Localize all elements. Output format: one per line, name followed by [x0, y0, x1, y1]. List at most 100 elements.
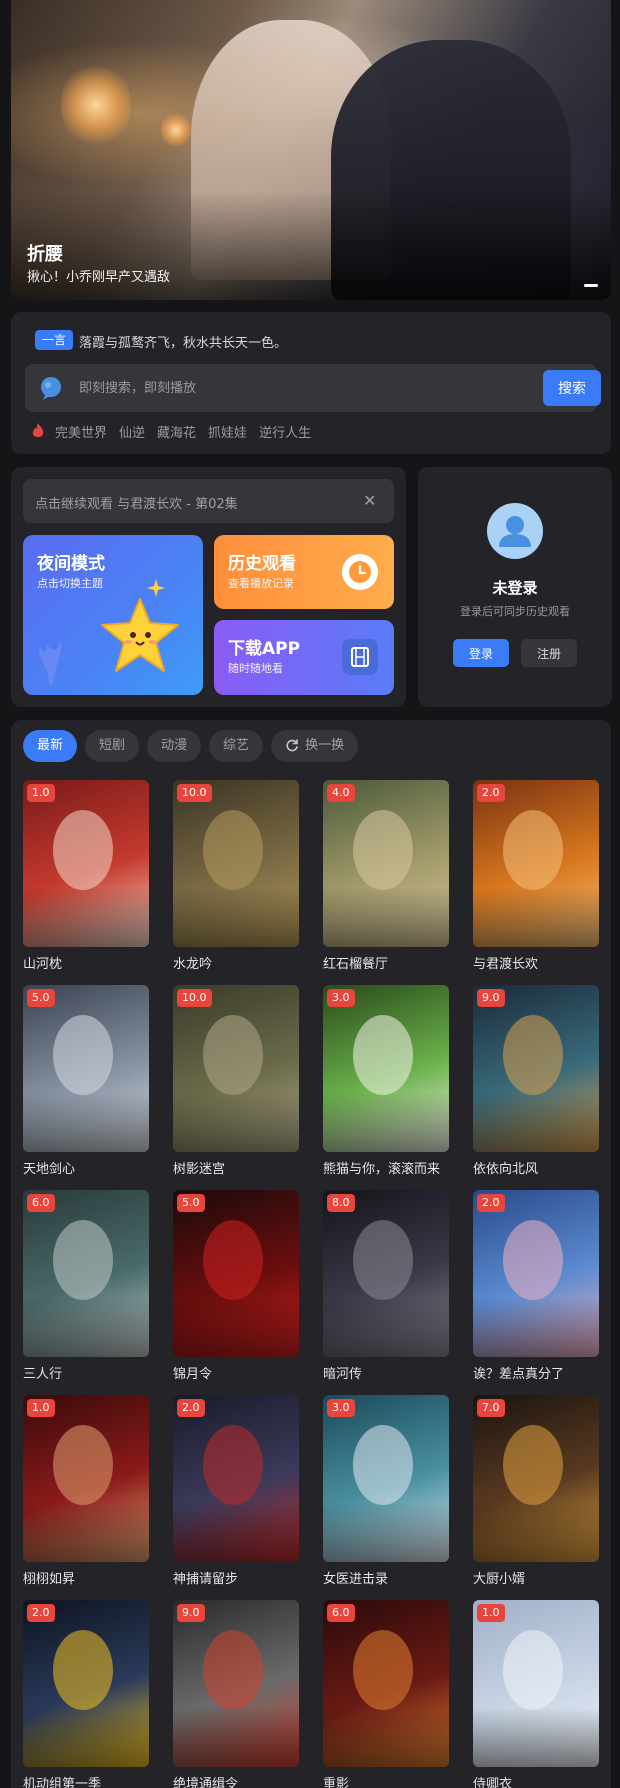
coral-icon — [38, 639, 62, 685]
tab-short-drama[interactable]: 短剧 — [85, 730, 140, 762]
hot-keyword[interactable]: 抓娃娃 — [208, 422, 247, 441]
score-badge: 10.0 — [177, 989, 212, 1007]
video-poster[interactable]: 2.0 — [173, 1395, 299, 1562]
video-title[interactable]: 熊猫与你，滚滚而来 — [323, 1158, 449, 1177]
night-mode-subtitle: 点击切换主题 — [37, 577, 103, 590]
video-card[interactable]: 8.0 暗河传 — [323, 1190, 449, 1382]
poster-figure — [503, 1630, 563, 1710]
clock-icon — [342, 554, 378, 590]
search-input[interactable] — [79, 376, 479, 400]
video-title[interactable]: 神捕请留步 — [173, 1568, 299, 1587]
video-poster[interactable]: 5.0 — [23, 985, 149, 1152]
video-poster[interactable]: 2.0 — [473, 780, 599, 947]
refresh-label: 换一换 — [305, 738, 345, 753]
video-title[interactable]: 绝境通缉令 — [173, 1773, 299, 1788]
video-poster[interactable]: 2.0 — [473, 1190, 599, 1357]
quick-actions-panel: 点击继续观看 与君渡长欢 - 第02集 ✕ 夜间模式 点击切换主题 历史观看 查… — [11, 467, 406, 707]
video-title[interactable]: 女医进击录 — [323, 1568, 449, 1587]
video-title[interactable]: 诶？差点真分了 — [473, 1363, 599, 1382]
video-poster[interactable]: 9.0 — [473, 985, 599, 1152]
video-card[interactable]: 5.0 天地剑心 — [23, 985, 149, 1177]
tab-variety[interactable]: 综艺 — [209, 730, 264, 762]
video-title[interactable]: 机动组第一季 — [23, 1773, 149, 1788]
login-panel: 未登录 登录后可同步历史观看 登录 注册 — [418, 467, 612, 707]
poster-figure — [53, 810, 113, 890]
search-button[interactable]: 搜索 — [543, 370, 601, 406]
video-title[interactable]: 山河枕 — [23, 953, 149, 972]
history-tile[interactable]: 历史观看 查看播放记录 — [214, 535, 394, 609]
video-title[interactable]: 锦月令 — [173, 1363, 299, 1382]
video-card[interactable]: 1.0 侍卿衣 — [473, 1600, 599, 1788]
video-card[interactable]: 4.0 红石榴餐厅 — [323, 780, 449, 972]
hot-keyword[interactable]: 完美世界 — [55, 422, 107, 441]
hot-keyword[interactable]: 藏海花 — [157, 422, 196, 441]
carousel-indicator[interactable] — [584, 284, 598, 287]
hot-keyword[interactable]: 逆行人生 — [259, 422, 311, 441]
poster-shade — [473, 887, 599, 947]
video-poster[interactable]: 8.0 — [323, 1190, 449, 1357]
video-card[interactable]: 1.0 栩栩如昇 — [23, 1395, 149, 1587]
refresh-button[interactable]: 换一换 — [271, 730, 359, 762]
video-title[interactable]: 重影 — [323, 1773, 449, 1788]
video-card[interactable]: 9.0 依依向北风 — [473, 985, 599, 1177]
score-badge: 1.0 — [27, 1399, 55, 1417]
video-card[interactable]: 5.0 锦月令 — [173, 1190, 299, 1382]
hero-banner[interactable]: 折腰 揪心！小乔刚早产又遇敌 — [11, 0, 611, 300]
user-avatar-icon[interactable] — [487, 503, 543, 559]
video-card[interactable]: 1.0 山河枕 — [23, 780, 149, 972]
video-title[interactable]: 依依向北风 — [473, 1158, 599, 1177]
video-poster[interactable]: 6.0 — [23, 1190, 149, 1357]
video-card[interactable]: 2.0 神捕请留步 — [173, 1395, 299, 1587]
video-title[interactable]: 三人行 — [23, 1363, 149, 1382]
video-poster[interactable]: 7.0 — [473, 1395, 599, 1562]
video-title[interactable]: 侍卿衣 — [473, 1773, 599, 1788]
video-card[interactable]: 2.0 诶？差点真分了 — [473, 1190, 599, 1382]
video-card[interactable]: 6.0 三人行 — [23, 1190, 149, 1382]
video-poster[interactable]: 1.0 — [23, 780, 149, 947]
video-title[interactable]: 天地剑心 — [23, 1158, 149, 1177]
video-poster[interactable]: 1.0 — [473, 1600, 599, 1767]
video-title[interactable]: 红石榴餐厅 — [323, 953, 449, 972]
video-poster[interactable]: 3.0 — [323, 1395, 449, 1562]
register-button[interactable]: 注册 — [521, 639, 577, 667]
video-title[interactable]: 水龙吟 — [173, 953, 299, 972]
close-icon[interactable]: ✕ — [363, 491, 376, 510]
video-card[interactable]: 6.0 重影 — [323, 1600, 449, 1788]
hot-keywords: 完美世界 仙逆 藏海花 抓娃娃 逆行人生 — [31, 422, 323, 441]
poster-figure — [203, 1630, 263, 1710]
video-poster[interactable]: 9.0 — [173, 1600, 299, 1767]
continue-watching-bar[interactable]: 点击继续观看 与君渡长欢 - 第02集 ✕ — [23, 479, 394, 523]
poster-shade — [23, 1092, 149, 1152]
download-app-tile[interactable]: 下载APP 随时随地看 — [214, 620, 394, 695]
video-card[interactable]: 3.0 熊猫与你，滚滚而来 — [323, 985, 449, 1177]
video-card[interactable]: 9.0 绝境通缉令 — [173, 1600, 299, 1788]
video-poster[interactable]: 10.0 — [173, 780, 299, 947]
video-card[interactable]: 3.0 女医进击录 — [323, 1395, 449, 1587]
video-card[interactable]: 10.0 水龙吟 — [173, 780, 299, 972]
tab-latest[interactable]: 最新 — [23, 730, 78, 762]
search-card: 一言 落霞与孤鹜齐飞，秋水共长天一色。 搜索 完美世界 仙逆 藏海花 抓娃娃 逆… — [11, 312, 611, 454]
video-title[interactable]: 大厨小婿 — [473, 1568, 599, 1587]
video-poster[interactable]: 3.0 — [323, 985, 449, 1152]
tab-anime[interactable]: 动漫 — [147, 730, 202, 762]
video-poster[interactable]: 2.0 — [23, 1600, 149, 1767]
video-title[interactable]: 暗河传 — [323, 1363, 449, 1382]
video-poster[interactable]: 6.0 — [323, 1600, 449, 1767]
video-title[interactable]: 树影迷宫 — [173, 1158, 299, 1177]
video-card[interactable]: 10.0 树影迷宫 — [173, 985, 299, 1177]
video-card[interactable]: 2.0 机动组第一季 — [23, 1600, 149, 1788]
banner-subtitle: 揪心！小乔刚早产又遇敌 — [27, 270, 171, 285]
video-card[interactable]: 2.0 与君渡长欢 — [473, 780, 599, 972]
video-poster[interactable]: 4.0 — [323, 780, 449, 947]
video-title[interactable]: 栩栩如昇 — [23, 1568, 149, 1587]
video-poster[interactable]: 1.0 — [23, 1395, 149, 1562]
night-mode-tile[interactable]: 夜间模式 点击切换主题 — [23, 535, 203, 695]
poster-figure — [503, 1015, 563, 1095]
login-button[interactable]: 登录 — [453, 639, 509, 667]
video-poster[interactable]: 10.0 — [173, 985, 299, 1152]
poster-shade — [473, 1707, 599, 1767]
video-title[interactable]: 与君渡长欢 — [473, 953, 599, 972]
video-card[interactable]: 7.0 大厨小婿 — [473, 1395, 599, 1587]
hot-keyword[interactable]: 仙逆 — [119, 422, 145, 441]
video-poster[interactable]: 5.0 — [173, 1190, 299, 1357]
